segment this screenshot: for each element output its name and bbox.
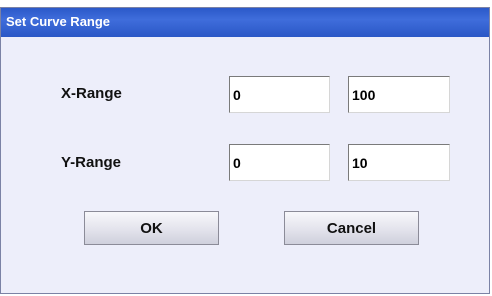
title-bar[interactable]: Set Curve Range <box>1 8 489 37</box>
dialog-title: Set Curve Range <box>6 14 111 29</box>
x-range-min-input[interactable] <box>229 76 330 113</box>
x-range-max-input[interactable] <box>348 76 450 113</box>
y-range-max-input[interactable] <box>348 144 450 181</box>
ok-button[interactable]: OK <box>84 211 219 245</box>
y-range-label: Y-Range <box>61 154 122 171</box>
y-range-min-input[interactable] <box>229 144 330 181</box>
set-curve-range-dialog: Set Curve Range X-Range Y-Range OK Cance… <box>0 7 490 294</box>
x-range-label: X-Range <box>61 85 122 102</box>
cancel-button[interactable]: Cancel <box>284 211 419 245</box>
